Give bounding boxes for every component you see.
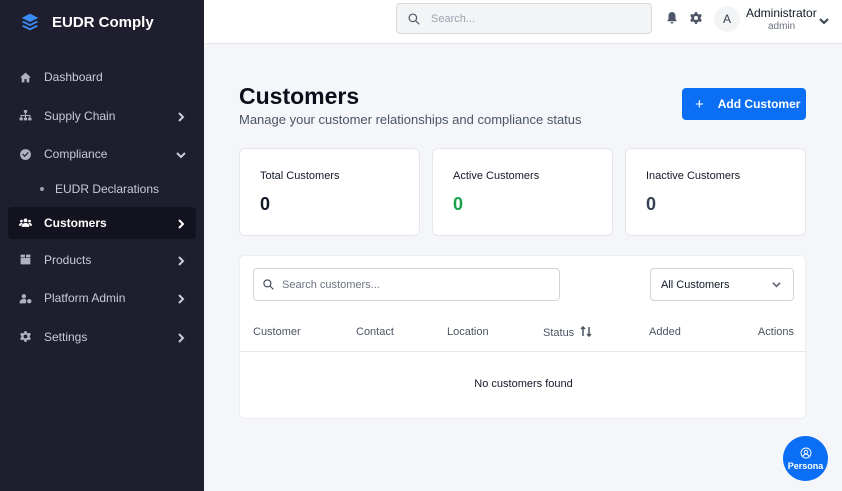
stat-label: Total Customers bbox=[260, 170, 340, 182]
search-icon bbox=[408, 12, 420, 25]
users-cog-icon bbox=[18, 291, 32, 305]
chevron-right-icon bbox=[176, 332, 186, 343]
customers-table-panel: All Customers Customer Contact Location … bbox=[239, 255, 807, 419]
customer-search[interactable] bbox=[253, 268, 560, 301]
chevron-right-icon bbox=[176, 218, 186, 229]
plus-icon: + bbox=[695, 95, 704, 113]
table-header: Customer Contact Location Status Added A… bbox=[240, 316, 807, 352]
page-title: Customers bbox=[239, 83, 360, 109]
sidebar-item-label: Products bbox=[44, 252, 92, 267]
sidebar-nav: Dashboard Supply Chain Compliance EUDR D… bbox=[0, 58, 204, 356]
stat-card-inactive: Inactive Customers 0 bbox=[625, 148, 806, 236]
sidebar-item-label: Dashboard bbox=[44, 70, 103, 85]
column-header-actions: Actions bbox=[757, 326, 794, 338]
avatar[interactable]: A bbox=[714, 6, 740, 32]
app-name: EUDR Comply bbox=[52, 13, 154, 31]
sidebar-item-products[interactable]: Products bbox=[0, 241, 204, 280]
sidebar: EUDR Comply Dashboard Supply Chain Compl… bbox=[0, 0, 204, 491]
global-search[interactable] bbox=[396, 3, 652, 34]
sidebar-item-label: Compliance bbox=[44, 147, 108, 162]
column-header-status-wrap[interactable]: Status bbox=[543, 325, 592, 339]
sidebar-item-label: Platform Admin bbox=[44, 291, 126, 306]
chevron-down-icon[interactable] bbox=[819, 13, 829, 25]
column-header-location[interactable]: Location bbox=[447, 326, 489, 338]
sidebar-item-label: Customers bbox=[44, 215, 107, 230]
stat-value: 0 bbox=[453, 194, 464, 214]
brand[interactable]: EUDR Comply bbox=[0, 0, 204, 44]
persona-button[interactable]: Persona bbox=[783, 436, 828, 481]
box-icon bbox=[18, 253, 32, 267]
home-icon bbox=[18, 70, 32, 84]
stat-label: Active Customers bbox=[453, 170, 540, 182]
sidebar-item-customers[interactable]: Customers bbox=[8, 206, 196, 239]
sidebar-subitem-eudr-declarations[interactable]: EUDR Declarations bbox=[0, 174, 204, 205]
customer-filter-select[interactable]: All Customers bbox=[650, 268, 794, 301]
sidebar-item-label: Supply Chain bbox=[44, 108, 116, 123]
add-customer-label: Add Customer bbox=[717, 97, 801, 111]
layers-icon bbox=[21, 13, 39, 31]
search-input[interactable] bbox=[431, 12, 631, 25]
chevron-right-icon bbox=[176, 293, 186, 304]
search-icon bbox=[263, 279, 274, 290]
sort-icon[interactable] bbox=[580, 325, 592, 338]
user-name[interactable]: Administrator bbox=[746, 6, 817, 20]
users-icon bbox=[18, 216, 32, 230]
sidebar-item-settings[interactable]: Settings bbox=[0, 318, 204, 357]
column-header-added[interactable]: Added bbox=[649, 326, 681, 338]
user-role: admin bbox=[768, 21, 796, 32]
stat-value: 0 bbox=[260, 194, 271, 214]
gear-icon[interactable] bbox=[689, 11, 703, 25]
add-customer-button[interactable]: + Add Customer bbox=[682, 88, 806, 120]
user-circle-icon bbox=[800, 447, 811, 458]
sidebar-item-platform-admin[interactable]: Platform Admin bbox=[0, 279, 204, 318]
chevron-down-icon bbox=[772, 280, 781, 289]
check-circle-icon bbox=[18, 147, 32, 161]
sidebar-item-label: Settings bbox=[44, 329, 88, 344]
sitemap-icon bbox=[18, 109, 32, 123]
sidebar-item-supply-chain[interactable]: Supply Chain bbox=[0, 97, 204, 136]
stat-value: 0 bbox=[646, 194, 657, 214]
page-subtitle: Manage your customer relationships and c… bbox=[239, 112, 582, 127]
column-header-customer[interactable]: Customer bbox=[253, 326, 301, 338]
bell-icon[interactable] bbox=[665, 11, 679, 25]
chevron-down-icon bbox=[176, 149, 186, 159]
column-header-status: Status bbox=[543, 327, 575, 339]
sidebar-item-dashboard[interactable]: Dashboard bbox=[0, 58, 204, 97]
customer-search-input[interactable] bbox=[282, 278, 552, 291]
stat-card-active: Active Customers 0 bbox=[432, 148, 613, 236]
bullet-icon bbox=[40, 187, 44, 191]
chevron-right-icon bbox=[176, 255, 186, 266]
filter-selected-value: All Customers bbox=[661, 278, 730, 291]
stat-label: Inactive Customers bbox=[646, 170, 741, 182]
top-header: A Administrator admin bbox=[204, 0, 842, 44]
stat-card-total: Total Customers 0 bbox=[239, 148, 420, 236]
sidebar-item-label: EUDR Declarations bbox=[55, 182, 160, 196]
gear-icon bbox=[18, 330, 32, 344]
chevron-right-icon bbox=[176, 111, 186, 122]
column-header-contact[interactable]: Contact bbox=[356, 326, 394, 338]
sidebar-item-compliance[interactable]: Compliance bbox=[0, 135, 204, 174]
persona-label: Persona bbox=[787, 460, 824, 471]
empty-state-text: No customers found bbox=[474, 378, 573, 390]
